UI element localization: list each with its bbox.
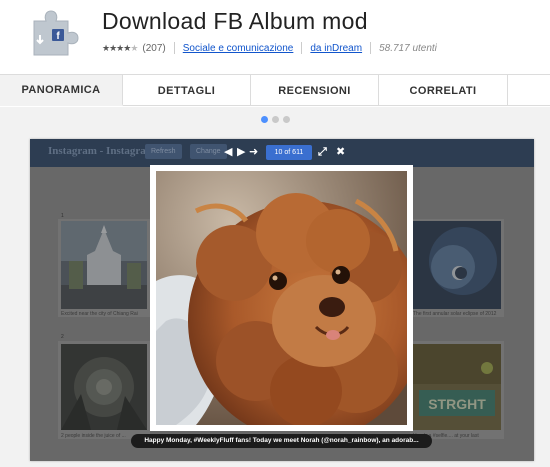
photo-counter: 10 of 611 — [266, 145, 312, 160]
screenshot-gallery: Instagram - Instagram Refresh Change ◀ ▶… — [0, 107, 550, 467]
carousel-dot[interactable] — [282, 116, 290, 123]
app-title: Instagram - Instagram — [48, 145, 155, 157]
prev-arrow-icon: ◀ — [224, 146, 233, 158]
divider — [173, 42, 175, 54]
category-link[interactable]: Sociale e comunicazione — [183, 43, 294, 54]
extension-header: f Download FB Album mod ★★★★★ (207) Soci… — [0, 0, 550, 74]
rating-count: (207) — [142, 42, 166, 54]
tab-recensioni[interactable]: RECENSIONI — [251, 75, 379, 106]
lightbox-frame — [150, 165, 413, 431]
screenshot-app-bar: Instagram - Instagram Refresh Change ◀ ▶… — [30, 139, 534, 167]
fullscreen-icon: ⤢ — [318, 146, 327, 158]
rating-stars: ★★★★★ — [102, 42, 138, 54]
extension-title: Download FB Album mod — [102, 8, 368, 34]
divider — [370, 42, 372, 54]
tab-panoramica[interactable]: PANORAMICA — [0, 75, 123, 106]
puppy-photo — [156, 171, 407, 425]
close-icon: ✖ — [336, 146, 346, 158]
puzzle-piece-icon: f — [33, 10, 79, 56]
divider — [301, 42, 303, 54]
photo-caption: Happy Monday, #WeeklyFluff fans! Today w… — [131, 434, 432, 448]
play-icon: ▶ — [237, 146, 246, 158]
tab-bar: PANORAMICA DETTAGLI RECENSIONI CORRELATI — [0, 74, 550, 106]
carousel-dot[interactable] — [271, 116, 279, 123]
change-button: Change — [190, 144, 227, 159]
author-link[interactable]: da inDream — [310, 43, 362, 54]
refresh-button: Refresh — [145, 144, 182, 159]
star-empty-icon: ★ — [130, 42, 138, 53]
tab-dettagli[interactable]: DETTAGLI — [123, 75, 251, 106]
tab-correlati[interactable]: CORRELATI — [379, 75, 508, 106]
carousel-dots — [0, 116, 550, 123]
user-count: 58.717 utenti — [379, 42, 437, 54]
carousel-dot[interactable] — [260, 116, 268, 123]
extension-meta: ★★★★★ (207) Sociale e comunicazione da i… — [102, 42, 437, 54]
next-arrow-icon: ➜ — [249, 146, 259, 158]
extension-screenshot[interactable]: Instagram - Instagram Refresh Change ◀ ▶… — [30, 139, 534, 461]
